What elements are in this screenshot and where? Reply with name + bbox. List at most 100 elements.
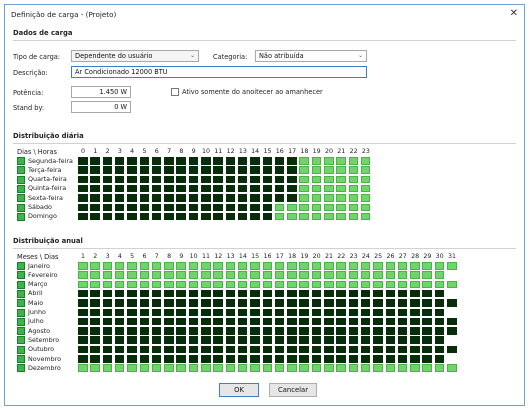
grid-cell[interactable]: [311, 271, 322, 279]
grid-cell[interactable]: [324, 262, 334, 270]
grid-cell[interactable]: [102, 175, 113, 184]
grid-cell[interactable]: [164, 212, 174, 221]
grid-cell[interactable]: [385, 336, 395, 344]
grid-cell[interactable]: [139, 194, 149, 202]
grid-cell[interactable]: [151, 157, 162, 165]
standby-input[interactable]: 0 W: [71, 101, 131, 113]
grid-cell[interactable]: [373, 345, 383, 354]
grid-cell[interactable]: [102, 299, 113, 307]
grid-cell[interactable]: [213, 194, 223, 202]
grid-cell[interactable]: [422, 289, 432, 298]
grid-cell[interactable]: [114, 317, 125, 326]
grid-cell[interactable]: [262, 212, 272, 221]
grid-cell[interactable]: [151, 364, 162, 372]
grid-cell[interactable]: [176, 166, 186, 174]
grid-cell[interactable]: [299, 166, 309, 174]
grid-cell[interactable]: [348, 345, 359, 354]
grid-cell[interactable]: [299, 271, 309, 279]
grid-cell[interactable]: [151, 327, 162, 335]
grid-cell[interactable]: [201, 184, 211, 193]
grid-cell[interactable]: [164, 289, 174, 298]
grid-cell[interactable]: [127, 364, 137, 372]
grid-cell[interactable]: [213, 336, 223, 344]
grid-cell[interactable]: [78, 280, 88, 289]
grid-cell[interactable]: [348, 289, 359, 298]
grid-cell[interactable]: [201, 280, 211, 289]
grid-cell[interactable]: [410, 289, 420, 298]
grid-cell[interactable]: [78, 175, 88, 184]
grid-cell[interactable]: [410, 336, 420, 344]
grid-cell[interactable]: [397, 336, 408, 344]
grid-cell[interactable]: [114, 364, 125, 372]
grid-cell[interactable]: [237, 203, 248, 211]
grid-cell[interactable]: [336, 289, 346, 298]
grid-cell[interactable]: [151, 355, 162, 363]
grid-cell[interactable]: [151, 271, 162, 279]
grid-cell[interactable]: [250, 184, 260, 193]
grid-cell[interactable]: [237, 355, 248, 363]
grid-cell[interactable]: [225, 157, 236, 165]
grid-cell[interactable]: [373, 364, 383, 372]
grid-cell[interactable]: [201, 336, 211, 344]
grid-cell[interactable]: [213, 271, 223, 279]
grid-cell[interactable]: [274, 364, 285, 372]
grid-cell[interactable]: [262, 364, 272, 372]
grid-cell[interactable]: [114, 289, 125, 298]
grid-cell[interactable]: [139, 184, 149, 193]
grid-cell[interactable]: [225, 280, 236, 289]
grid-cell[interactable]: [237, 184, 248, 193]
grid-cell[interactable]: [78, 157, 88, 165]
grid-cell[interactable]: [434, 364, 445, 372]
grid-cell[interactable]: [225, 299, 236, 307]
grid-cell[interactable]: [262, 355, 272, 363]
grid-cell[interactable]: [90, 262, 100, 270]
grid-cell[interactable]: [434, 355, 445, 363]
grid-cell[interactable]: [78, 271, 88, 279]
grid-cell[interactable]: [213, 212, 223, 221]
grid-cell[interactable]: [164, 327, 174, 335]
grid-cell[interactable]: [311, 355, 322, 363]
ok-button[interactable]: OK: [219, 383, 259, 397]
grid-cell[interactable]: [188, 289, 199, 298]
grid-cell[interactable]: [311, 280, 322, 289]
grid-cell[interactable]: [176, 271, 186, 279]
grid-cell[interactable]: [311, 194, 322, 202]
grid-cell[interactable]: [348, 194, 359, 202]
grid-cell[interactable]: [262, 308, 272, 316]
grid-cell[interactable]: [90, 271, 100, 279]
grid-cell[interactable]: [324, 212, 334, 221]
grid-cell[interactable]: [250, 336, 260, 344]
grid-cell[interactable]: [139, 308, 149, 316]
grid-cell[interactable]: [102, 289, 113, 298]
grid-cell[interactable]: [213, 184, 223, 193]
grid-cell[interactable]: [348, 184, 359, 193]
grid-cell[interactable]: [311, 336, 322, 344]
grid-cell[interactable]: [188, 280, 199, 289]
grid-cell[interactable]: [237, 345, 248, 354]
grid-cell[interactable]: [213, 175, 223, 184]
grid-cell[interactable]: [237, 166, 248, 174]
grid-cell[interactable]: [188, 184, 199, 193]
grid-cell[interactable]: [237, 317, 248, 326]
grid-cell[interactable]: [274, 280, 285, 289]
grid-cell[interactable]: [151, 336, 162, 344]
grid-cell[interactable]: [385, 271, 395, 279]
grid-cell[interactable]: [324, 308, 334, 316]
grid-cell[interactable]: [299, 194, 309, 202]
grid-cell[interactable]: [397, 327, 408, 335]
grid-cell[interactable]: [250, 194, 260, 202]
grid-cell[interactable]: [139, 157, 149, 165]
grid-cell[interactable]: [385, 280, 395, 289]
grid-cell[interactable]: [397, 364, 408, 372]
grid-cell[interactable]: [201, 166, 211, 174]
grid-cell[interactable]: [360, 308, 371, 316]
grid-cell[interactable]: [360, 194, 371, 202]
grid-cell[interactable]: [139, 203, 149, 211]
grid-cell[interactable]: [422, 336, 432, 344]
grid-cell[interactable]: [213, 308, 223, 316]
grid-cell[interactable]: [336, 166, 346, 174]
grid-cell[interactable]: [299, 175, 309, 184]
grid-cell[interactable]: [151, 175, 162, 184]
grid-cell[interactable]: [250, 203, 260, 211]
grid-cell[interactable]: [250, 317, 260, 326]
